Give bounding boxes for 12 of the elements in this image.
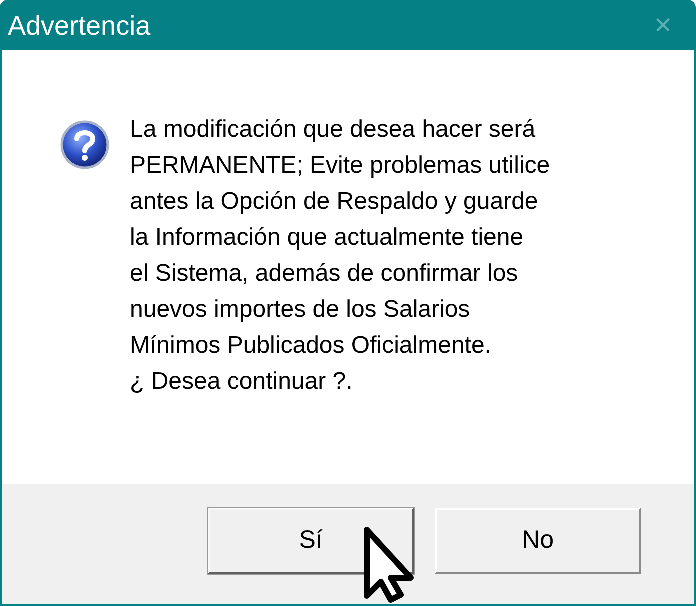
message-line: PERMANENTE; Evite problemas utilice [130, 151, 550, 181]
window-title: Advertencia [8, 12, 151, 40]
question-icon [60, 120, 110, 170]
message-line: nuevos importes de los Salarios [130, 295, 472, 325]
message-line: la Información que actualmente tiene [130, 223, 525, 253]
dialog-button[interactable]: No [435, 508, 641, 574]
message-line: La modificación que desea hacer será [130, 115, 537, 145]
message-line: el Sistema, además de confirmar los [130, 259, 520, 289]
dialog-button[interactable]: Sí [208, 508, 414, 574]
message-line: Mínimos Publicados Oficialmente. [130, 331, 492, 361]
message-line: antes la Opción de Respaldo y guarde [130, 187, 540, 217]
message-line: ¿ Desea continuar ?. [130, 367, 354, 397]
